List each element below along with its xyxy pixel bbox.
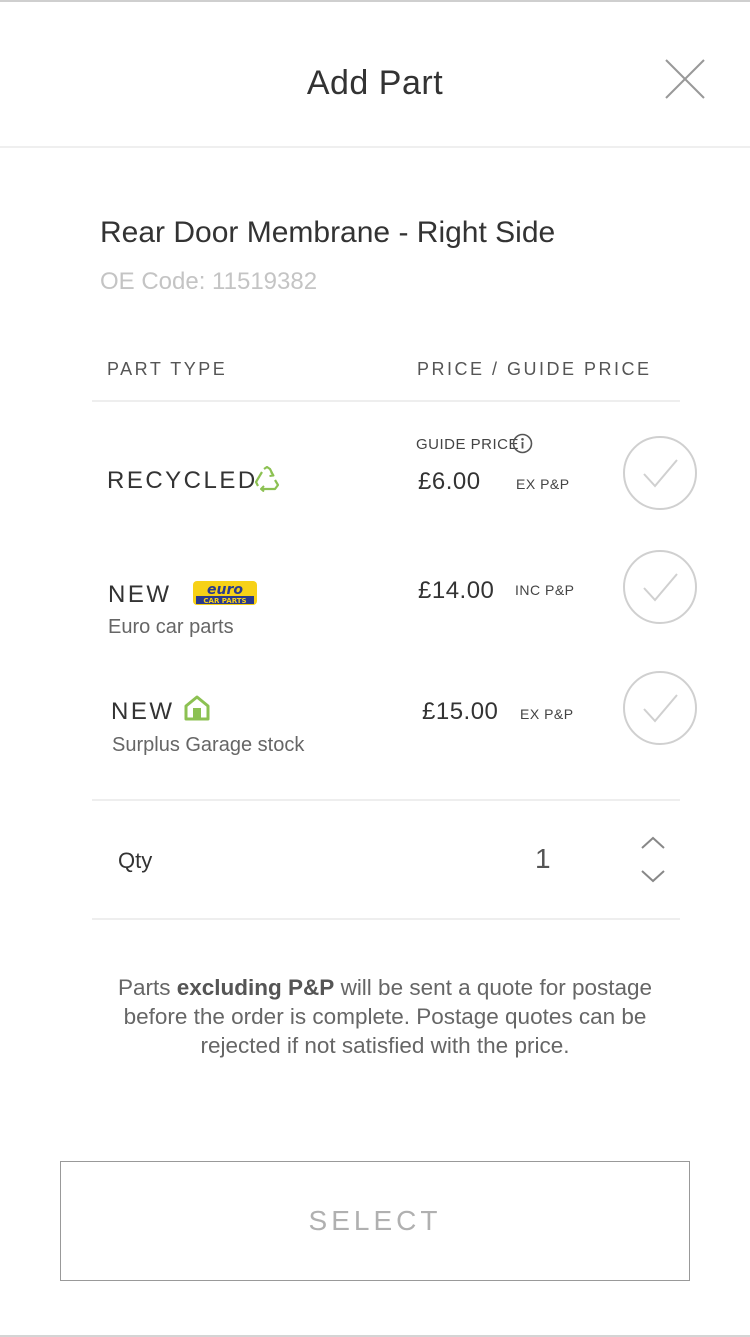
pp-label: EX P&P: [516, 476, 570, 492]
pp-label: INC P&P: [515, 582, 575, 598]
close-icon[interactable]: [664, 58, 706, 100]
column-header-price: PRICE / GUIDE PRICE: [417, 359, 652, 379]
note-text: Parts: [117, 975, 177, 1000]
price-value: £6.00: [418, 468, 481, 495]
supplier-label: Euro car parts: [108, 616, 234, 638]
logo-subtext: CAR PARTS: [203, 597, 246, 605]
price-value: £14.00: [418, 577, 495, 604]
part-type-label: NEW: [111, 698, 175, 725]
select-button[interactable]: SELECT: [60, 1161, 690, 1281]
divider: [92, 799, 680, 801]
divider: [92, 400, 680, 402]
qty-label: Qty: [118, 848, 153, 873]
chevron-down-icon[interactable]: [640, 868, 666, 884]
garage-icon: [184, 695, 210, 721]
pp-label: EX P&P: [520, 706, 574, 722]
logo-text: euro: [207, 582, 243, 598]
modal-title: Add Part: [306, 64, 444, 102]
part-type-label: NEW: [108, 581, 172, 608]
price-value: £15.00: [422, 698, 499, 725]
part-name: Rear Door Membrane - Right Side: [100, 216, 556, 249]
divider: [92, 918, 680, 920]
recycle-icon: [253, 465, 281, 493]
select-check-icon[interactable]: [622, 670, 698, 746]
guide-price-label: GUIDE PRICE: [416, 436, 520, 453]
note-emphasis: excluding P&P: [176, 975, 335, 1000]
euro-car-parts-logo: euro CAR PARTS: [192, 580, 258, 606]
info-icon[interactable]: [512, 433, 533, 454]
column-header-part-type: PART TYPE: [107, 359, 228, 379]
select-check-icon[interactable]: [622, 435, 698, 511]
postage-note: Parts excluding P&P will be sent a quote…: [90, 973, 680, 1060]
qty-value[interactable]: 1: [535, 843, 551, 875]
chevron-up-icon[interactable]: [640, 835, 666, 851]
select-check-icon[interactable]: [622, 549, 698, 625]
modal-header: Add Part: [0, 2, 750, 148]
oe-code: OE Code: 11519382: [100, 268, 318, 295]
part-type-label: RECYCLED: [107, 467, 258, 494]
supplier-label: Surplus Garage stock: [112, 734, 305, 756]
